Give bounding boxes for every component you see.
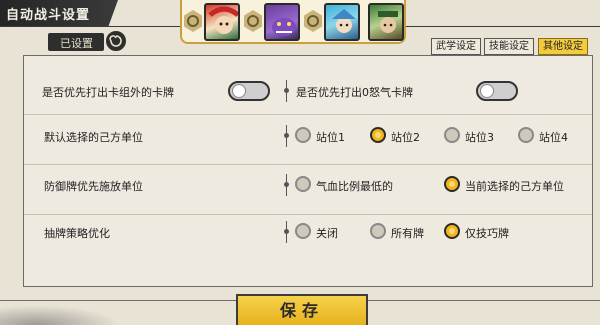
setting-label-prefer-out-of-deck: 是否优先打出卡组外的卡牌 [42,86,174,99]
column-divider [284,80,289,102]
radio-draw-skill-only[interactable] [444,223,460,239]
ink-decoration [0,305,120,325]
tab-skill-settings[interactable]: 技能设定 [484,38,534,55]
column-divider [284,174,289,196]
portrait-hero-2[interactable] [264,3,300,41]
portrait-hero-1[interactable] [204,3,240,41]
setting-label-draw-strategy: 抽牌策略优化 [44,227,110,240]
row-separator [24,114,592,115]
preset-swirl-icon[interactable] [104,29,128,53]
toggle-knob [480,84,494,98]
column-divider [284,125,289,147]
slot-marker-icon [244,10,262,32]
option-label: 所有牌 [391,227,424,240]
setting-label-prefer-zero-rage: 是否优先打出0怒气卡牌 [296,86,413,99]
tab-other-settings[interactable]: 其他设定 [538,38,588,55]
radio-position-1[interactable] [295,127,311,143]
option-label: 气血比例最低的 [316,180,393,193]
radio-position-3[interactable] [444,127,460,143]
radio-lowest-hp[interactable] [295,176,311,192]
portrait-hero-4[interactable] [368,3,404,41]
preset-tab[interactable]: 已设置 [48,33,104,51]
row-separator [24,214,592,215]
option-label: 站位4 [539,131,568,144]
portrait-hero-3[interactable] [324,3,360,41]
setting-label-default-ally: 默认选择的己方单位 [44,131,143,144]
tab-martial-settings[interactable]: 武学设定 [431,38,481,55]
row-separator [24,164,592,165]
slot-marker-icon [304,10,322,32]
toggle-prefer-out-of-deck[interactable] [228,81,270,101]
toggle-knob [232,84,246,98]
column-divider [284,221,289,243]
option-label: 站位2 [391,131,420,144]
setting-label-defense-target: 防御牌优先施放单位 [44,180,143,193]
radio-position-2[interactable] [370,127,386,143]
team-portrait-strip [180,0,406,44]
page-title: 自动战斗设置 [6,8,91,23]
option-label: 站位1 [316,131,345,144]
preset-tab-label: 已设置 [60,37,93,50]
radio-draw-off[interactable] [295,223,311,239]
slot-marker-icon [184,10,202,32]
radio-position-4[interactable] [518,127,534,143]
radio-current-ally[interactable] [444,176,460,192]
toggle-prefer-zero-rage[interactable] [476,81,518,101]
radio-draw-all[interactable] [370,223,386,239]
option-label: 仅技巧牌 [465,227,509,240]
option-label: 站位3 [465,131,494,144]
option-label: 关闭 [316,227,338,240]
save-button[interactable]: 保存 [236,294,368,325]
option-label: 当前选择的己方单位 [465,180,564,193]
